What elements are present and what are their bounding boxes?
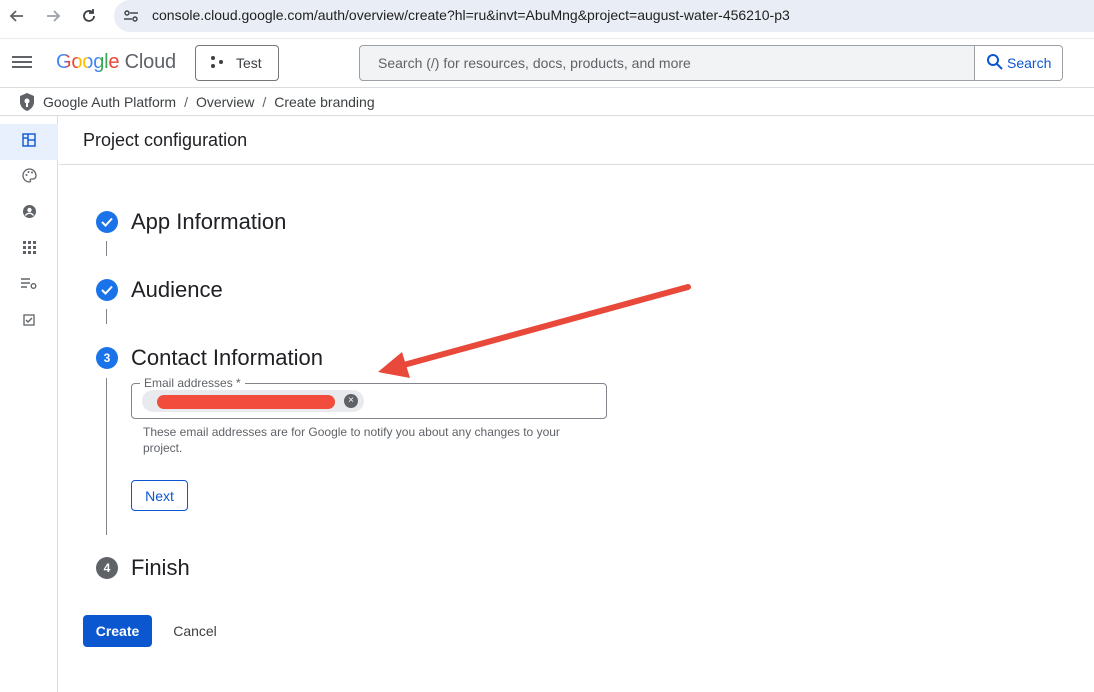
browser-toolbar: console.cloud.google.com/auth/overview/c… xyxy=(0,0,1094,32)
nav-audience[interactable] xyxy=(0,196,58,232)
step-app-information[interactable]: App Information xyxy=(96,209,286,235)
apps-grid-icon xyxy=(22,241,36,259)
nav-data-access[interactable] xyxy=(0,268,58,304)
step-title: Audience xyxy=(131,277,223,302)
tune-icon[interactable] xyxy=(123,8,139,29)
email-chip[interactable]: × xyxy=(142,390,364,412)
step-title: Finish xyxy=(131,555,190,580)
step-title: App Information xyxy=(131,209,287,234)
redacted-email xyxy=(157,395,335,409)
arrow-right-icon[interactable] xyxy=(41,4,65,28)
project-name: Test xyxy=(236,55,262,71)
google-cloud-logo[interactable]: Google Cloud xyxy=(56,51,176,74)
next-button[interactable]: Next xyxy=(131,480,188,511)
palette-icon xyxy=(21,168,37,188)
cancel-circle-icon[interactable]: × xyxy=(344,394,358,408)
project-picker-button[interactable]: Test xyxy=(195,45,279,81)
email-field-label: Email addresses * xyxy=(140,376,245,390)
step-contact-information[interactable]: 3 Contact Information xyxy=(96,345,323,371)
step-connector xyxy=(106,378,107,535)
shield-icon xyxy=(18,92,36,117)
arrow-left-icon[interactable] xyxy=(5,4,29,28)
step-connector xyxy=(106,241,107,256)
step-number-badge: 4 xyxy=(96,557,118,579)
project-hub-icon xyxy=(210,55,224,72)
search-button-label: Search xyxy=(1007,55,1052,71)
nav-verification[interactable] xyxy=(0,304,58,340)
logo-cloud: Cloud xyxy=(124,51,176,73)
step-title: Contact Information xyxy=(131,345,323,370)
step-number-badge: 3 xyxy=(96,347,118,369)
nav-overview[interactable] xyxy=(0,124,58,160)
account-circle-icon xyxy=(22,204,37,224)
email-addresses-field[interactable]: Email addresses * × xyxy=(131,376,607,419)
create-button[interactable]: Create xyxy=(83,615,152,647)
search-button[interactable]: Search xyxy=(974,45,1063,81)
search-input[interactable]: Search (/) for resources, docs, products… xyxy=(359,45,975,81)
logo-google: Google xyxy=(56,51,120,73)
menu-icon[interactable] xyxy=(12,53,34,73)
breadcrumb-overview[interactable]: Overview xyxy=(196,94,254,110)
app-header: Google Cloud Test Search (/) for resourc… xyxy=(0,38,1094,88)
list-settings-icon xyxy=(21,277,37,295)
breadcrumb: Google Auth Platform / Overview / Create… xyxy=(0,88,1094,116)
step-finish[interactable]: 4 Finish xyxy=(96,555,190,581)
step-audience[interactable]: Audience xyxy=(96,277,223,303)
url-text[interactable]: console.cloud.google.com/auth/overview/c… xyxy=(152,7,790,23)
check-circle-icon xyxy=(96,279,118,301)
email-helper-text: These email addresses are for Google to … xyxy=(143,425,560,455)
check-circle-icon xyxy=(96,211,118,233)
breadcrumb-separator: / xyxy=(184,94,188,110)
left-nav-rail xyxy=(0,116,58,692)
page-title: Project configuration xyxy=(83,130,248,150)
breadcrumb-auth-platform[interactable]: Google Auth Platform xyxy=(43,94,176,110)
breadcrumb-create-branding: Create branding xyxy=(274,94,375,110)
search-icon xyxy=(986,53,1004,74)
dashboard-icon xyxy=(22,132,36,152)
nav-clients[interactable] xyxy=(0,232,58,268)
reload-icon[interactable] xyxy=(77,4,101,28)
page-title-bar: Project configuration xyxy=(59,116,1094,165)
step-connector xyxy=(106,309,107,324)
breadcrumb-separator: / xyxy=(262,94,267,110)
checkbox-icon xyxy=(23,313,35,331)
cancel-button[interactable]: Cancel xyxy=(162,615,228,647)
nav-branding[interactable] xyxy=(0,160,58,196)
